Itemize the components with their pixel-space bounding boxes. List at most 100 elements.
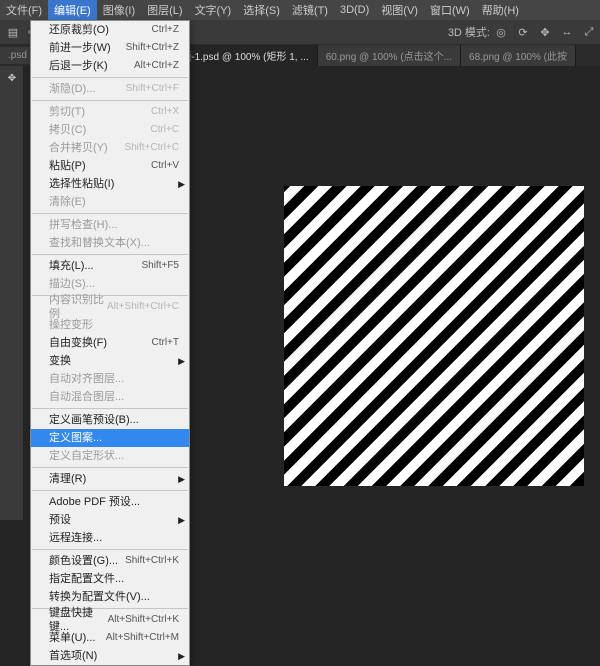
menu-entry[interactable]: Adobe PDF 预设... [31, 493, 189, 511]
menu-entry[interactable]: 粘贴(P)Ctrl+V [31, 157, 189, 175]
menu-entry-label: 定义图案... [49, 431, 102, 445]
menu-entry-label: 操控变形 [49, 318, 93, 332]
menu-entry: 拷贝(C)Ctrl+C [31, 121, 189, 139]
menu-entry[interactable]: 选择性粘贴(I)▶ [31, 175, 189, 193]
menu-entry[interactable]: 前进一步(W) Shift+Ctrl+Z [31, 39, 189, 57]
menu-entry: 剪切(T)Ctrl+X [31, 103, 189, 121]
document-tab[interactable]: 60.png @ 100% (点击这个... [318, 45, 461, 66]
menu-entry[interactable]: 转换为配置文件(V)... [31, 588, 189, 606]
pan-icon[interactable]: ✥ [536, 23, 554, 41]
menu-entry-label: 定义自定形状... [49, 449, 124, 463]
menu-entry: 描边(S)... [31, 275, 189, 293]
menu-entry-shortcut: Alt+Shift+Ctrl+M [106, 631, 179, 645]
chevron-right-icon: ▶ [178, 513, 185, 527]
menu-item[interactable]: 帮助(H) [476, 0, 525, 20]
menu-entry-label: 定义画笔预设(B)... [49, 413, 139, 427]
menu-entry-shortcut: Shift+Ctrl+Z [126, 41, 179, 55]
menu-entry-shortcut: Shift+Ctrl+F [126, 82, 179, 96]
roll-icon[interactable]: ⟳ [514, 23, 532, 41]
menu-entry[interactable]: 填充(L)...Shift+F5 [31, 257, 189, 275]
menu-entry[interactable]: 指定配置文件... [31, 570, 189, 588]
menu-separator [32, 254, 188, 255]
menu-entry: 自动对齐图层... [31, 370, 189, 388]
orbit-icon[interactable]: ◎ [492, 23, 510, 41]
menu-entry[interactable]: 首选项(N)▶ [31, 647, 189, 665]
zoom-icon[interactable]: ⤢ [580, 23, 598, 41]
menu-entry-label: 前进一步(W) [49, 41, 111, 55]
menu-entry-label: 清理(R) [49, 472, 86, 486]
menu-entry-label: 选择性粘贴(I) [49, 177, 114, 191]
slide-icon[interactable]: ↔ [558, 23, 576, 41]
menu-separator [32, 100, 188, 101]
menu-entry-label: 还原裁剪(O) [49, 23, 109, 37]
menu-entry-label: 合并拷贝(Y) [49, 141, 108, 155]
move-tool-icon[interactable]: ✥ [1, 67, 23, 89]
menu-item[interactable]: 3D(D) [334, 2, 375, 18]
menu-entry: 合并拷贝(Y) Shift+Ctrl+C [31, 139, 189, 157]
menu-entry: 自动混合图层... [31, 388, 189, 406]
menu-entry-shortcut: Shift+Ctrl+C [125, 141, 179, 155]
menu-entry[interactable]: 颜色设置(G)...Shift+Ctrl+K [31, 552, 189, 570]
chevron-right-icon: ▶ [178, 472, 185, 486]
menu-separator [32, 490, 188, 491]
menu-item[interactable]: 图像(I) [97, 0, 141, 20]
menu-item[interactable]: 视图(V) [375, 0, 424, 20]
menu-entry[interactable]: 定义画笔预设(B)... [31, 411, 189, 429]
menu-entry: 查找和替换文本(X)... [31, 234, 189, 252]
menu-entry-label: 描边(S)... [49, 277, 95, 291]
tool-preset-icon[interactable]: ▤ [4, 23, 22, 41]
menu-item[interactable]: 窗口(W) [424, 0, 476, 20]
menu-item[interactable]: 图层(L) [141, 0, 188, 20]
menu-item[interactable]: 编辑(E) [48, 0, 97, 20]
menu-entry[interactable]: 清理(R) ▶ [31, 470, 189, 488]
menu-entry-label: 渐隐(D)... [49, 82, 95, 96]
menu-separator [32, 77, 188, 78]
menu-entry-label: 自动对齐图层... [49, 372, 124, 386]
menu-entry-label: 粘贴(P) [49, 159, 86, 173]
document-tab[interactable]: 68.png @ 100% (此按 [461, 45, 576, 66]
menu-item[interactable]: 滤镜(T) [286, 0, 334, 20]
menu-entry-label: 预设 [49, 513, 71, 527]
menu-entry[interactable]: 菜单(U)... Alt+Shift+Ctrl+M [31, 629, 189, 647]
menu-separator [32, 213, 188, 214]
menu-entry[interactable]: 变换▶ [31, 352, 189, 370]
menu-entry-label: 自由变换(F) [49, 336, 107, 350]
menu-entry-label: 后退一步(K) [49, 59, 108, 73]
menu-entry: 内容识别比例Alt+Shift+Ctrl+C [31, 298, 189, 316]
menu-entry-shortcut: Ctrl+Z [152, 23, 180, 37]
menu-entry[interactable]: 后退一步(K)Alt+Ctrl+Z [31, 57, 189, 75]
menu-entry-shortcut: Alt+Shift+Ctrl+K [108, 613, 179, 627]
menu-entry-label: 自动混合图层... [49, 390, 124, 404]
menu-entry[interactable]: 远程连接... [31, 529, 189, 547]
menu-entry-label: 拼写检查(H)... [49, 218, 117, 232]
menu-separator [32, 549, 188, 550]
menu-entry: 操控变形 [31, 316, 189, 334]
menu-entry-shortcut: Ctrl+T [152, 336, 180, 350]
menu-bar: 文件(F)编辑(E)图像(I)图层(L)文字(Y)选择(S)滤镜(T)3D(D)… [0, 0, 600, 20]
menu-entry-label: 指定配置文件... [49, 572, 124, 586]
canvas-stripes-pattern [284, 186, 584, 486]
menu-entry[interactable]: 键盘快捷键...Alt+Shift+Ctrl+K [31, 611, 189, 629]
menu-item[interactable]: 文字(Y) [189, 0, 238, 20]
menu-entry-label: 拷贝(C) [49, 123, 86, 137]
menu-entry-label: 菜单(U)... [49, 631, 95, 645]
menu-entry-label: 远程连接... [49, 531, 102, 545]
menu-entry[interactable]: 自由变换(F) Ctrl+T [31, 334, 189, 352]
menu-item[interactable]: 选择(S) [237, 0, 286, 20]
menu-entry: 定义自定形状... [31, 447, 189, 465]
menu-entry-shortcut: Ctrl+X [151, 105, 179, 119]
menu-entry[interactable]: 定义图案... [31, 429, 189, 447]
menu-entry-label: 清除(E) [49, 195, 86, 209]
menu-item[interactable]: 文件(F) [0, 0, 48, 20]
menu-entry[interactable]: 还原裁剪(O) Ctrl+Z [31, 21, 189, 39]
menu-entry-shortcut: Shift+F5 [141, 259, 179, 273]
menu-entry-label: Adobe PDF 预设... [49, 495, 140, 509]
menu-entry-label: 转换为配置文件(V)... [49, 590, 150, 604]
menu-entry-shortcut: Alt+Shift+Ctrl+C [107, 300, 179, 314]
menu-entry: 拼写检查(H)... [31, 216, 189, 234]
menu-entry[interactable]: 预设 ▶ [31, 511, 189, 529]
menu-entry-label: 查找和替换文本(X)... [49, 236, 150, 250]
menu-entry-label: 首选项(N) [49, 649, 97, 663]
menu-entry-label: 颜色设置(G)... [49, 554, 118, 568]
menu-entry: 渐隐(D)... Shift+Ctrl+F [31, 80, 189, 98]
